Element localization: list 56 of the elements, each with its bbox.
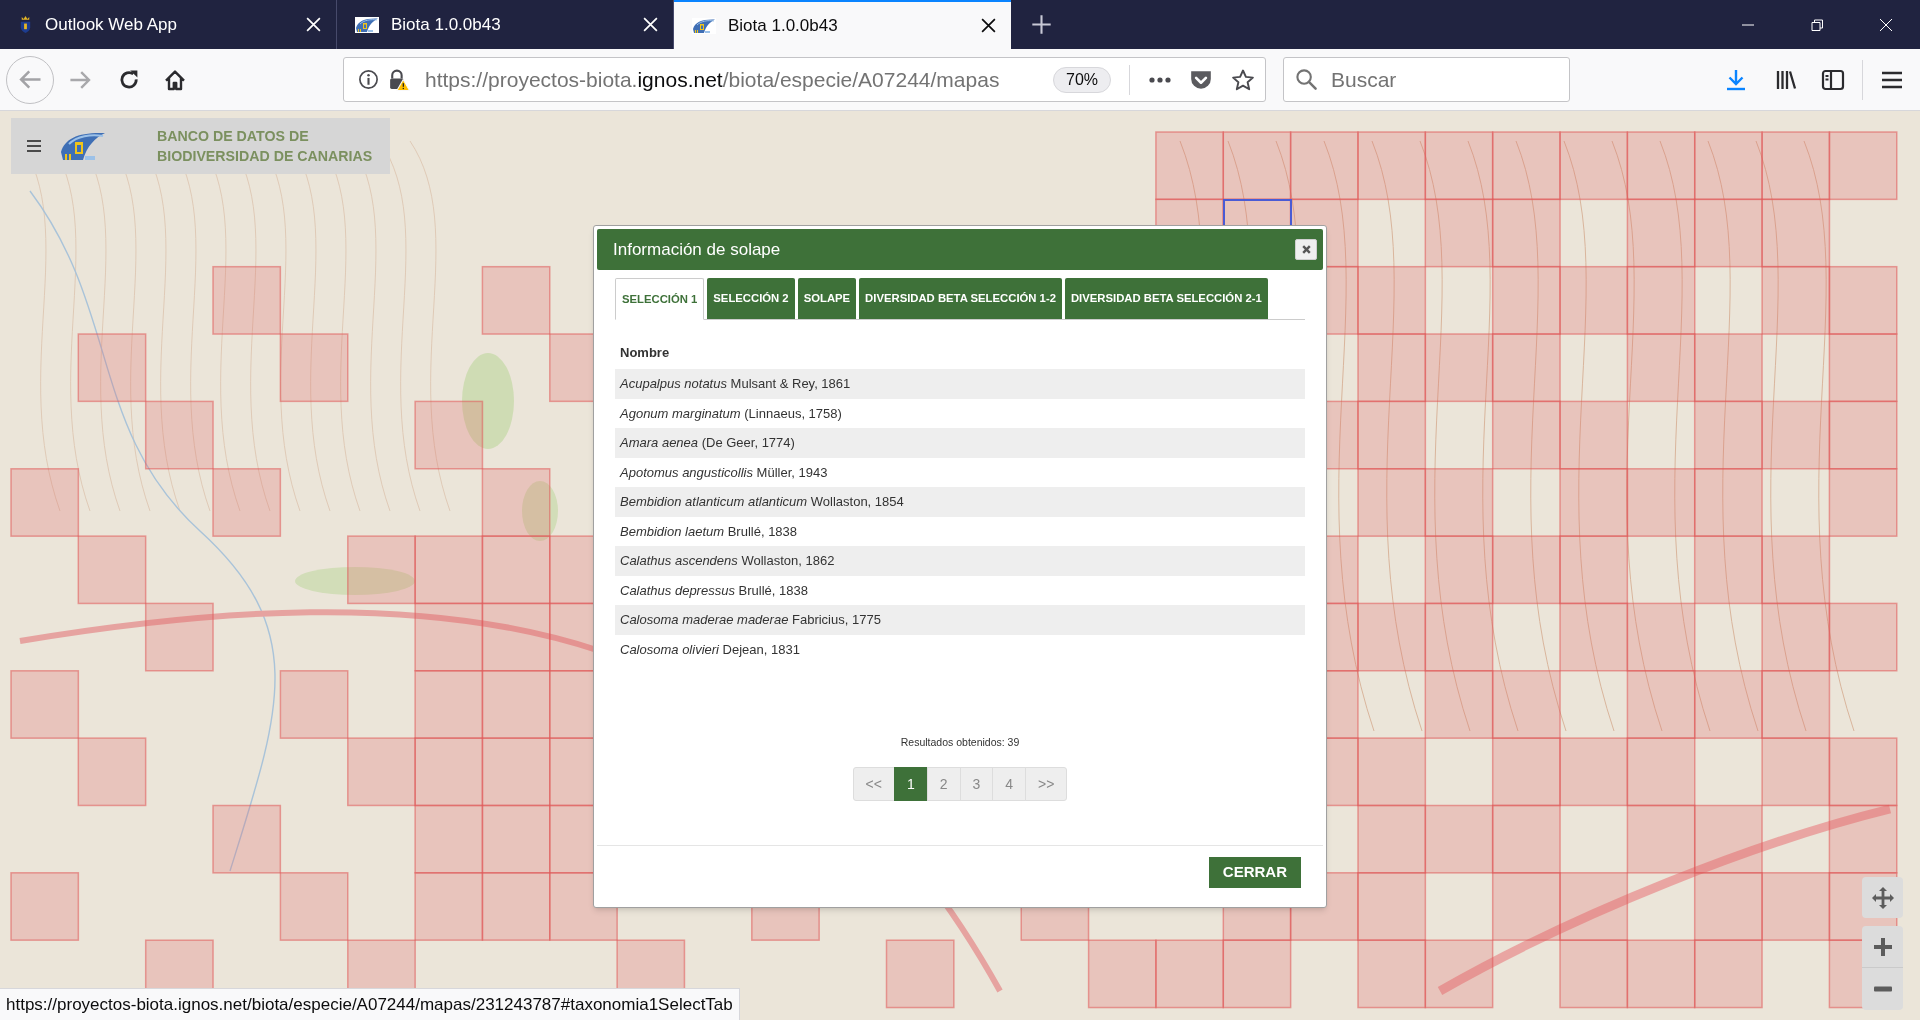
crest-icon: [18, 15, 33, 34]
chevron-shield-icon[interactable]: [1189, 68, 1213, 91]
sidebar-icon[interactable]: [1821, 67, 1845, 92]
more-icon[interactable]: [1148, 75, 1172, 84]
close-icon: [1300, 244, 1312, 255]
dialog-title: Información de solape: [613, 238, 782, 261]
site-title: BANCO DE DATOS DE BIODIVERSIDAD DE CANARIAS: [157, 127, 374, 166]
search-icon: [1295, 68, 1318, 91]
lock-warning-icon[interactable]: [387, 68, 410, 91]
page-button[interactable]: 4: [992, 767, 1027, 801]
search-field[interactable]: Buscar: [1283, 57, 1570, 102]
table-cell-text: Agonum marginatum (Linnaeus, 1758): [618, 404, 843, 423]
restore-icon[interactable]: [1808, 16, 1825, 33]
page-button[interactable]: 3: [959, 767, 994, 801]
pan-icon: [1870, 885, 1895, 910]
dialog-tab[interactable]: SELECCIÓN 1: [615, 278, 705, 320]
dialog-tab[interactable]: DIVERSIDAD BETA SELECCIÓN 2-1: [1064, 278, 1268, 319]
dialog-tab[interactable]: SOLAPE: [797, 278, 857, 319]
page-button[interactable]: >>: [1025, 767, 1068, 801]
page-button[interactable]: 2: [926, 767, 961, 801]
table-cell-text: Apotomus angusticollis Müller, 1943: [618, 463, 829, 482]
dialog-tab[interactable]: DIVERSIDAD BETA SELECCIÓN 1-2: [859, 278, 1062, 319]
menu-icon[interactable]: [1880, 69, 1904, 90]
table-cell-text: Calosoma olivieri Dejean, 1831: [619, 640, 801, 659]
zoom-out-button[interactable]: [1862, 968, 1903, 1010]
pan-button[interactable]: [1862, 877, 1903, 918]
dialog-tab[interactable]: SELECCIÓN 2: [707, 278, 795, 319]
page-button[interactable]: <<: [852, 767, 895, 801]
table-cell: Bembidion atlanticum atlanticum Wollaston, 1854: [615, 487, 1305, 517]
status-bar: https://proyectos-biota.ignos.net/biota/especie/A07244/mapas/231243787#taxonomia1SelectTab: [0, 988, 740, 1020]
table-cell: Calathus ascendens Wollaston, 1862: [615, 546, 1305, 576]
table-cell: Amara aenea (De Geer, 1774): [615, 428, 1305, 458]
zoom-level-button[interactable]: 70%: [1053, 66, 1111, 93]
dialog-close-button[interactable]: [1295, 239, 1317, 260]
info-icon[interactable]: [358, 69, 379, 90]
download-icon[interactable]: [1724, 67, 1748, 92]
url-text: https://proyectos-biota.ignos.net/biota/especie/A07244/mapas: [425, 66, 1000, 93]
table-cell: Acupalpus notatus Mulsant & Rey, 1861: [615, 369, 1305, 399]
star-icon[interactable]: [1231, 67, 1255, 92]
zoom-out-icon: [1872, 986, 1893, 992]
close-icon[interactable]: [1877, 16, 1894, 33]
zoom-in-button[interactable]: [1862, 926, 1903, 968]
column-header: Nombre: [620, 345, 670, 361]
close-icon[interactable]: [980, 17, 997, 34]
table-cell: Calosoma maderae maderae Fabricius, 1775: [615, 605, 1305, 635]
page-button[interactable]: 1: [893, 767, 928, 801]
plus-icon[interactable]: [1030, 14, 1052, 35]
table-cell-text: Bembidion laetum Brullé, 1838: [619, 522, 799, 541]
results-count: Resultados obtenidos: 39: [900, 735, 1020, 749]
address-bar[interactable]: https://proyectos-biota.ignos.net/biota/especie/A07244/mapas 70%: [343, 57, 1266, 102]
browser-tab[interactable]: Biota 1.0.0b43: [674, 0, 1011, 49]
table-cell-text: Calathus depressus Brullé, 1838: [619, 581, 809, 600]
zoom-in-icon: [1872, 936, 1893, 957]
close-button[interactable]: CERRAR: [1208, 857, 1301, 888]
home-icon[interactable]: [163, 67, 187, 92]
menu-icon[interactable]: [26, 139, 42, 153]
